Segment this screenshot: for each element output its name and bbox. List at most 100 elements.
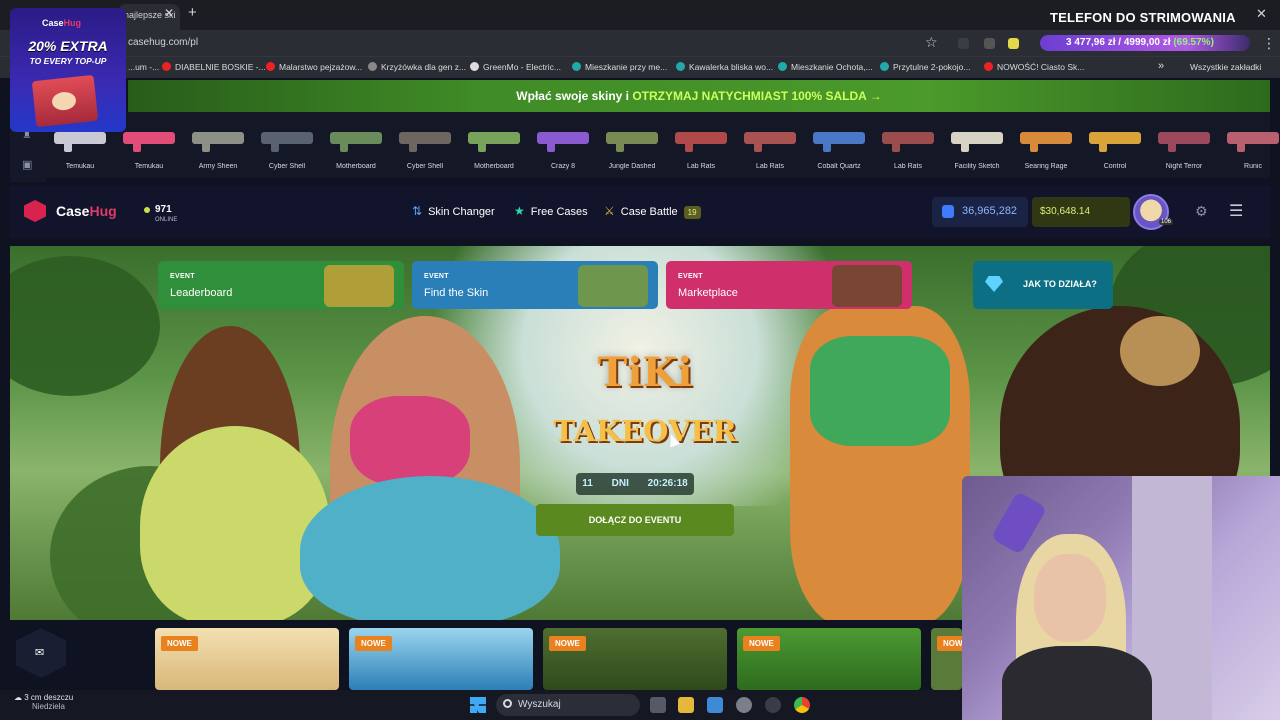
weapon-skin-icon: [1158, 132, 1210, 152]
bookmark-item[interactable]: Mieszkanie przy me...: [572, 62, 667, 72]
live-drop-item[interactable]: Motherboard: [460, 112, 528, 178]
event-title-tiki: TiKi: [597, 349, 693, 396]
live-drop-item[interactable]: Army Sheen: [184, 112, 252, 178]
store-icon[interactable]: [707, 697, 723, 713]
drop-skin-name: Cyber Shell: [406, 163, 444, 170]
drop-skin-name: Cyber Shell: [268, 163, 306, 170]
donation-goal-bar: 3 477,96 zł / 4999,00 zł (69.57%): [1040, 35, 1250, 51]
goal-percent: (69.57%): [1173, 37, 1214, 48]
case-filter-icon[interactable]: ▣: [22, 158, 32, 171]
event-card-find-the-skin[interactable]: EVENT Find the Skin: [412, 261, 658, 309]
microphone-icon: [990, 491, 1048, 555]
weather-widget[interactable]: ☁ 3 cm deszczu Niedziela: [14, 693, 73, 711]
bookmark-item[interactable]: DIABELNIE BOSKIE -...: [162, 62, 266, 72]
casehug-logo-icon[interactable]: [24, 200, 46, 222]
live-drop-item[interactable]: Control: [1081, 112, 1149, 178]
nav-case-battle[interactable]: ⚔ Case Battle 19: [604, 204, 701, 219]
case-card[interactable]: NOWE: [737, 628, 921, 690]
case-card[interactable]: NOWE: [155, 628, 339, 690]
live-drop-item[interactable]: Night Terror: [1150, 112, 1218, 178]
live-drop-item[interactable]: Jungle Dashed: [598, 112, 666, 178]
weapon-skin-icon: [123, 132, 175, 152]
deposit-banner[interactable]: Wpłać swoje skiny i OTRZYMAJ NATYCHMIAST…: [128, 80, 1270, 112]
nav-skin-changer[interactable]: ⇅ Skin Changer: [412, 204, 495, 218]
live-drop-item[interactable]: Lab Rats: [874, 112, 942, 178]
swords-icon: ⚔: [604, 204, 615, 218]
nav-free-cases[interactable]: ★ Free Cases: [514, 204, 588, 218]
bookmark-item[interactable]: Krzyżówka dla gen z...: [368, 62, 466, 72]
case-card[interactable]: NOWE: [931, 628, 962, 690]
goal-current: 3 477,96 zł: [1066, 37, 1116, 48]
drop-skin-name: Lab Rats: [686, 163, 716, 170]
window-close-icon[interactable]: ✕: [1256, 6, 1267, 22]
settings-icon[interactable]: [736, 697, 752, 713]
live-drop-item[interactable]: Cyber Shell: [253, 112, 321, 178]
event-card-leaderboard[interactable]: EVENT Leaderboard: [158, 261, 404, 309]
url-field[interactable]: casehug.com/pl: [128, 37, 198, 48]
tab-close-icon[interactable]: ✕: [164, 6, 174, 20]
extension-icon[interactable]: [958, 38, 969, 49]
extension-icon[interactable]: [1008, 38, 1019, 49]
live-drop-item[interactable]: Motherboard: [322, 112, 390, 178]
weapon-skin-icon: [1227, 132, 1279, 152]
browser-menu-icon[interactable]: ⋮: [1262, 35, 1276, 52]
live-drop-item[interactable]: Lab Rats: [736, 112, 804, 178]
chrome-icon[interactable]: [794, 697, 810, 713]
task-view-icon[interactable]: [650, 697, 666, 713]
swap-icon: ⇅: [412, 204, 423, 218]
taskbar-search[interactable]: Wyszukaj: [496, 694, 640, 716]
new-tab-icon[interactable]: +: [188, 4, 197, 21]
gear-icon[interactable]: ⚙: [1195, 203, 1208, 220]
live-drop-item[interactable]: Cobalt Quartz: [805, 112, 873, 178]
search-icon: [503, 699, 512, 708]
bookmark-star-icon[interactable]: ☆: [925, 34, 938, 51]
join-event-button[interactable]: DOŁĄCZ DO EVENTU: [536, 504, 734, 536]
tiki-mask-face: [810, 336, 950, 446]
drop-skin-name: Cobalt Quartz: [817, 163, 861, 170]
usd-balance[interactable]: $30,648.14+: [1032, 197, 1130, 227]
extension-icon[interactable]: [984, 38, 995, 49]
bookmark-item[interactable]: Przytulne 2-pokojo...: [880, 62, 970, 72]
site-logo[interactable]: CaseHug: [56, 203, 117, 219]
event-title-takeover: TAKEOVER: [553, 414, 737, 448]
weapon-skin-icon: [813, 132, 865, 152]
event-card-marketplace[interactable]: EVENT Marketplace: [666, 261, 912, 309]
shield-coin-icon: [942, 205, 954, 218]
live-drop-item[interactable]: Runic: [1219, 112, 1280, 178]
coin-balance[interactable]: 36,965,282: [932, 197, 1028, 227]
live-drop-item[interactable]: Facility Sketch: [943, 112, 1011, 178]
live-drop-item[interactable]: Cyber Shell: [391, 112, 459, 178]
merchant-icon: [832, 265, 902, 307]
online-dot-icon: [144, 207, 150, 213]
weapon-skin-icon: [882, 132, 934, 152]
hamburger-menu-icon[interactable]: ☰: [1229, 201, 1243, 221]
live-drop-item[interactable]: Searing Rage: [1012, 112, 1080, 178]
bookmark-item[interactable]: NOWOŚĆ! Ciasto Sk...: [984, 62, 1084, 72]
live-drop-item[interactable]: Lab Rats: [667, 112, 735, 178]
weapon-skin-icon: [330, 132, 382, 152]
banner-text: Wpłać swoje skiny i: [516, 89, 633, 103]
character-left-shirt: [140, 426, 330, 620]
case-card[interactable]: NOWE: [543, 628, 727, 690]
case-card[interactable]: NOWE: [349, 628, 533, 690]
bookmark-item[interactable]: Kawalerka bliska wo...: [676, 62, 773, 72]
bookmarks-more-icon[interactable]: »: [1158, 60, 1164, 72]
bookmark-item[interactable]: ...um -...: [128, 62, 159, 72]
drop-skin-name: Runic: [1244, 163, 1262, 170]
live-drop-item[interactable]: Crazy 8: [529, 112, 597, 178]
windows-start-icon[interactable]: [470, 697, 486, 713]
bookmark-item[interactable]: Malarstwo pejzażow...: [266, 62, 362, 72]
bookmark-item[interactable]: Mieszkanie Ochota,...: [778, 62, 873, 72]
obs-icon[interactable]: [765, 697, 781, 713]
screen: najlepsze ski ✕ + TELEFON DO STRIMOWANIA…: [0, 0, 1280, 720]
weapon-skin-icon: [537, 132, 589, 152]
all-bookmarks[interactable]: Wszystkie zakładki: [1190, 62, 1261, 72]
star-icon: ★: [514, 204, 525, 218]
file-explorer-icon[interactable]: [678, 697, 694, 713]
how-it-works-button[interactable]: JAK TO DZIAŁA?: [973, 261, 1113, 309]
bookmark-item[interactable]: GreenMo - Electric...: [470, 62, 561, 72]
chat-button[interactable]: ✉: [16, 628, 66, 678]
topup-promo-overlay: CaseHug 20% EXTRA TO EVERY TOP-UP: [10, 8, 126, 132]
weapon-skin-icon: [261, 132, 313, 152]
drop-skin-name: Control: [1103, 163, 1127, 170]
